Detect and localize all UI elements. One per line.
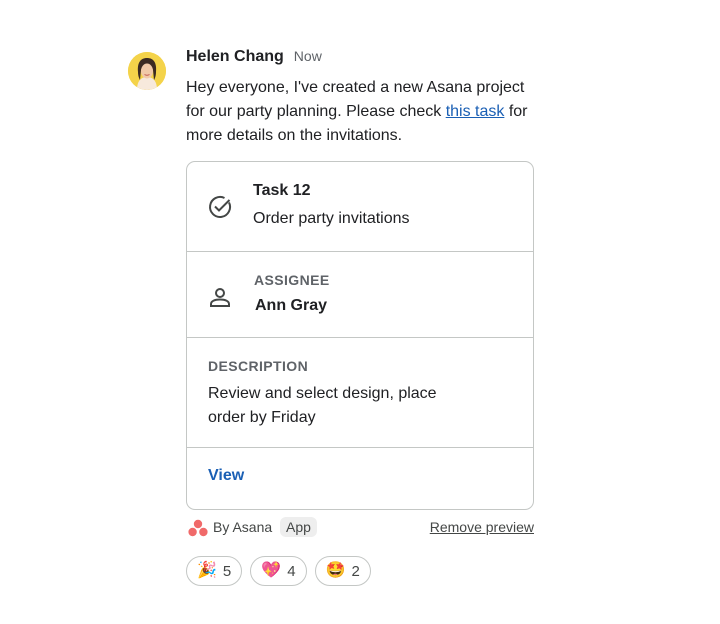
view-button[interactable]: View — [208, 467, 244, 485]
check-circle-icon — [207, 194, 233, 220]
task-title: Task 12 — [253, 182, 311, 199]
reaction-count: 5 — [222, 562, 232, 580]
task-link[interactable]: this task — [446, 103, 505, 120]
by-asana-text: By Asana — [213, 519, 273, 535]
person-icon — [207, 285, 233, 311]
remove-preview-link[interactable]: Remove preview — [430, 519, 534, 535]
reaction-count: 2 — [351, 562, 360, 580]
avatar-portrait — [128, 52, 166, 90]
description-label: DESCRIPTION — [208, 358, 309, 374]
asana-logo-icon — [188, 519, 208, 537]
asana-preview-card: Task 12 Order party invitations ASSIGNEE… — [186, 161, 534, 510]
message-content: Helen Chang Now Hey everyone, I've creat… — [186, 48, 546, 586]
message-header: Helen Chang Now — [186, 48, 546, 70]
message-text: Hey everyone, I've created a new Asana p… — [186, 76, 536, 148]
app-badge: App — [280, 517, 317, 537]
sparkling-heart-icon: 💖 — [261, 562, 282, 579]
reaction-count: 4 — [287, 562, 296, 580]
description-section: DESCRIPTION Review and select design, pl… — [187, 338, 533, 448]
preview-footer: By Asana App Remove preview — [186, 517, 534, 538]
assignee-name: Ann Gray — [255, 297, 328, 314]
avatar[interactable] — [128, 52, 166, 90]
assignee-section: ASSIGNEE Ann Gray — [187, 252, 533, 338]
reaction-star-struck[interactable]: 🤩 2 — [314, 556, 371, 586]
description-text: Review and select design, place order by… — [208, 385, 437, 426]
reactions-bar: 🎉 5 💖 4 🤩 2 — [186, 556, 371, 586]
task-name: Order party invitations — [253, 210, 410, 227]
party-popper-icon: 🎉 — [197, 562, 217, 579]
reaction-party[interactable]: 🎉 5 — [186, 556, 243, 586]
message-timestamp: Now — [293, 48, 322, 64]
star-struck-icon: 🤩 — [325, 562, 346, 579]
reaction-heart[interactable]: 💖 4 — [250, 556, 307, 586]
assignee-label: ASSIGNEE — [254, 272, 330, 288]
task-section: Task 12 Order party invitations — [187, 162, 533, 252]
view-section: View — [187, 448, 533, 509]
sender-name[interactable]: Helen Chang — [186, 48, 284, 66]
